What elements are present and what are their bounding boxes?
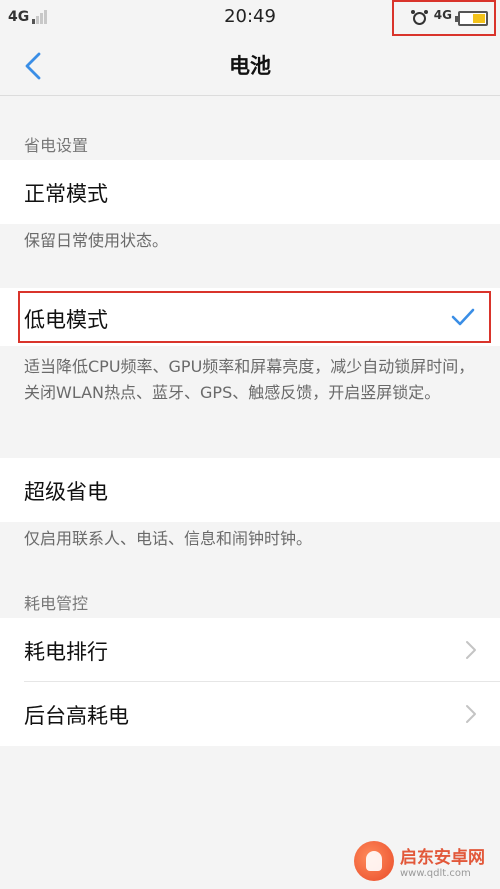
watermark-logo-icon	[354, 841, 394, 881]
row-power-ranking[interactable]: 耗电排行	[0, 618, 500, 682]
status-icons-group: 4G	[392, 0, 496, 36]
low-power-mode-description: 适当降低CPU频率、GPU频率和屏幕亮度，减少自动锁屏时间，关闭WLAN热点、蓝…	[24, 357, 475, 402]
option-super-saving[interactable]: 超级省电	[0, 458, 500, 522]
chevron-right-icon	[466, 641, 476, 659]
annotation-highlight-box	[18, 291, 491, 343]
page-title: 电池	[229, 54, 271, 78]
battery-icon	[455, 10, 488, 26]
option-label: 超级省电	[24, 480, 108, 504]
option-normal-mode[interactable]: 正常模式	[0, 160, 500, 224]
super-saving-description: 仅启用联系人、电话、信息和闹钟时钟。	[24, 529, 313, 548]
normal-mode-description: 保留日常使用状态。	[24, 231, 169, 250]
network-type-right: 4G	[433, 8, 452, 22]
status-bar: 4G 20:49 4G	[0, 0, 500, 36]
watermark-url: www.qdlt.com	[400, 868, 471, 879]
alarm-icon	[410, 9, 428, 25]
row-label: 后台高耗电	[24, 704, 129, 728]
chevron-right-icon	[466, 705, 476, 723]
site-watermark: 启东安卓网 www.qdlt.com	[354, 837, 494, 885]
section-header-power-saving: 省电设置	[24, 136, 89, 155]
section-header-consumption: 耗电管控	[24, 594, 89, 613]
title-bar: 电池	[0, 36, 500, 96]
row-background-high-consumption[interactable]: 后台高耗电	[0, 682, 500, 746]
row-label: 耗电排行	[24, 640, 108, 664]
option-label: 正常模式	[24, 182, 108, 206]
watermark-name: 启东安卓网	[400, 848, 485, 868]
